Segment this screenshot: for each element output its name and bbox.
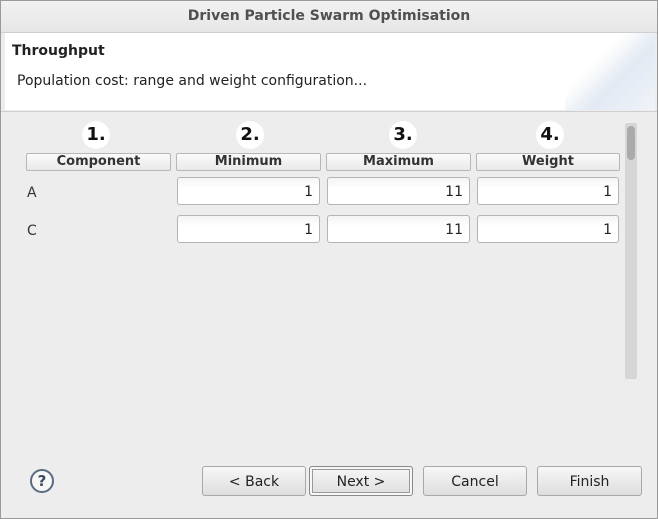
banner-title: Throughput	[12, 43, 105, 59]
maximum-field-a[interactable]: 11	[327, 177, 470, 205]
row-label-a: A	[27, 185, 37, 201]
row-label-c: C	[27, 223, 37, 239]
scrollbar-thumb[interactable]	[627, 126, 635, 160]
wizard-dialog: Driven Particle Swarm Optimisation Throu…	[0, 0, 658, 519]
column-number-2: 2.	[236, 121, 264, 149]
help-icon[interactable]: ?	[30, 469, 54, 493]
banner-decoration	[565, 33, 655, 110]
weight-field-a[interactable]: 1	[477, 177, 619, 205]
header-minimum: Minimum	[176, 153, 321, 171]
config-table: 1. 2. 3. 4. Component Minimum Maximum We…	[19, 119, 639, 381]
header-maximum: Maximum	[326, 153, 471, 171]
minimum-field-a[interactable]: 1	[177, 177, 320, 205]
banner-description: Population cost: range and weight config…	[17, 73, 368, 89]
back-button[interactable]: < Back	[202, 466, 306, 496]
weight-field-c[interactable]: 1	[477, 215, 619, 243]
column-number-3: 3.	[389, 121, 417, 149]
banner-separator	[1, 111, 657, 112]
window-title: Driven Particle Swarm Optimisation	[1, 1, 657, 33]
wizard-banner: Throughput Population cost: range and we…	[5, 33, 655, 110]
next-button[interactable]: Next >	[309, 466, 413, 496]
minimum-field-c[interactable]: 1	[177, 215, 320, 243]
finish-button[interactable]: Finish	[537, 466, 642, 496]
cancel-button[interactable]: Cancel	[423, 466, 527, 496]
column-number-4: 4.	[536, 121, 564, 149]
column-number-1: 1.	[82, 121, 110, 149]
header-component: Component	[26, 153, 171, 171]
vertical-scrollbar[interactable]	[625, 123, 637, 379]
header-weight: Weight	[476, 153, 620, 171]
maximum-field-c[interactable]: 11	[327, 215, 470, 243]
